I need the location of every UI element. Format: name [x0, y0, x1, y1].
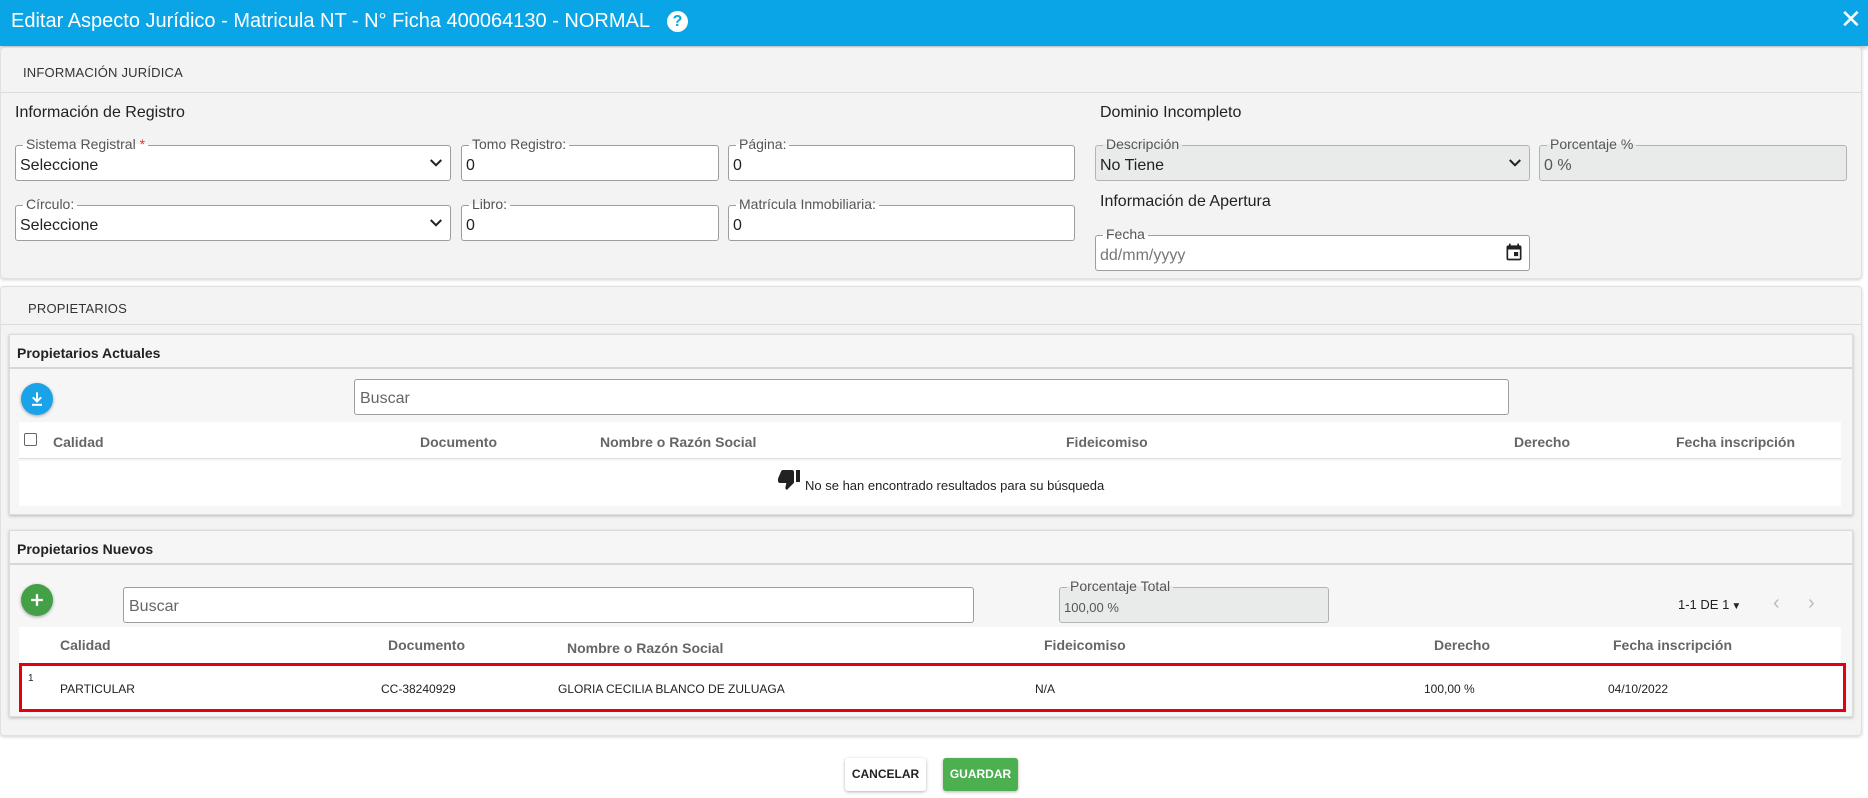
cell-documento: CC-38240929 [381, 682, 456, 696]
pagination-range[interactable]: 1-1 DE 1 ▼ [1678, 597, 1741, 612]
porcentaje-total-field: Porcentaje Total 100,00 % [1059, 578, 1329, 623]
dialog-title: Editar Aspecto Jurídico - Matricula NT -… [11, 10, 650, 32]
propietarios-nuevos-card: Propietarios Nuevos Buscar Porcentaje To… [9, 530, 1853, 717]
help-icon[interactable]: ? [667, 11, 688, 32]
libro-field[interactable]: Libro: 0 [461, 196, 719, 241]
card-title: Propietarios Actuales [17, 345, 161, 361]
table-header: Calidad Documento Nombre o Razón Social … [19, 627, 1841, 663]
pagina-field[interactable]: Página: 0 [728, 136, 1075, 181]
column-derecho[interactable]: Derecho [1434, 637, 1490, 653]
cancel-button[interactable]: CANCELAR [845, 758, 926, 791]
cell-nombre: GLORIA CECILIA BLANCO DE ZULUAGA [558, 682, 785, 696]
table-row[interactable]: 1 PARTICULAR CC-38240929 GLORIA CECILIA … [19, 663, 1846, 712]
circulo-select[interactable]: Círculo: Seleccione [15, 196, 451, 241]
column-documento[interactable]: Documento [420, 434, 497, 450]
prev-page-icon[interactable]: ‹ [1773, 592, 1780, 615]
save-button[interactable]: GUARDAR [943, 758, 1018, 791]
close-icon[interactable]: ✕ [1840, 6, 1862, 32]
fecha-label: Fecha [1103, 226, 1148, 242]
next-page-icon[interactable]: › [1808, 592, 1815, 615]
porcentaje-label: Porcentaje % [1547, 136, 1637, 152]
chevron-down-icon [430, 159, 442, 167]
pagina-value: 0 [733, 157, 742, 174]
descripcion-value: No Tiene [1100, 157, 1165, 174]
libro-value: 0 [466, 217, 475, 234]
download-button[interactable] [21, 383, 53, 415]
panel-title: INFORMACIÓN JURÍDICA [23, 65, 183, 80]
empty-state: No se han encontrado resultados para su … [19, 461, 1841, 506]
matricula-inmobiliaria-value: 0 [733, 217, 742, 234]
fecha-date-input[interactable]: Fecha dd/mm/yyyy [1095, 226, 1530, 271]
thumbs-down-icon [778, 470, 800, 490]
panel-title: PROPIETARIOS [28, 301, 127, 316]
registro-section-title: Información de Registro [15, 104, 185, 121]
dominio-section-title: Dominio Incompleto [1100, 104, 1242, 121]
column-fecha-inscripcion[interactable]: Fecha inscripción [1613, 637, 1732, 653]
table-header: Calidad Documento Nombre o Razón Social … [19, 422, 1841, 459]
circulo-value: Seleccione [20, 217, 99, 234]
cell-calidad: PARTICULAR [60, 682, 135, 696]
pagina-label: Página: [736, 136, 790, 152]
porcentaje-field: Porcentaje % 0 % [1539, 136, 1847, 181]
porcentaje-value: 0 % [1544, 157, 1572, 174]
column-nombre[interactable]: Nombre o Razón Social [567, 640, 723, 656]
chevron-down-icon [1509, 159, 1521, 167]
plus-icon [31, 594, 43, 606]
apertura-section-title: Información de Apertura [1100, 193, 1271, 210]
select-all-checkbox[interactable] [24, 433, 37, 446]
search-placeholder: Buscar [360, 390, 410, 407]
panel-header: PROPIETARIOS [1, 287, 1861, 325]
column-nombre[interactable]: Nombre o Razón Social [600, 434, 756, 450]
caret-down-icon: ▼ [1731, 601, 1742, 612]
add-owner-button[interactable] [21, 584, 53, 616]
cell-fecha-inscripcion: 04/10/2022 [1608, 682, 1669, 696]
empty-message: No se han encontrado resultados para su … [805, 478, 1105, 493]
matricula-inmobiliaria-field[interactable]: Matrícula Inmobiliaria: 0 [728, 196, 1075, 241]
column-derecho[interactable]: Derecho [1514, 434, 1570, 450]
panel-header: INFORMACIÓN JURÍDICA [1, 48, 1861, 93]
search-placeholder: Buscar [129, 598, 179, 615]
column-calidad[interactable]: Calidad [60, 637, 111, 653]
column-fideicomiso[interactable]: Fideicomiso [1044, 637, 1126, 653]
cell-derecho: 100,00 % [1424, 682, 1475, 696]
calendar-icon[interactable] [1504, 242, 1524, 262]
card-header: Propietarios Nuevos [10, 531, 1852, 565]
column-calidad[interactable]: Calidad [53, 434, 104, 450]
propietarios-actuales-card: Propietarios Actuales Buscar Calidad Doc… [9, 334, 1853, 515]
search-input[interactable]: Buscar [354, 379, 1509, 415]
column-documento[interactable]: Documento [388, 637, 465, 653]
porcentaje-total-label: Porcentaje Total [1067, 578, 1174, 594]
tomo-registro-value: 0 [466, 157, 475, 174]
tomo-registro-field[interactable]: Tomo Registro: 0 [461, 136, 719, 181]
matricula-inmobiliaria-label: Matrícula Inmobiliaria: [736, 196, 879, 212]
column-fecha-inscripcion[interactable]: Fecha inscripción [1676, 434, 1795, 450]
descripcion-label: Descripción [1103, 136, 1183, 152]
cell-fideicomiso: N/A [1035, 682, 1056, 696]
sistema-registral-select[interactable]: Sistema Registral * Seleccione [15, 136, 451, 181]
dialog-header: Editar Aspecto Jurídico - Matricula NT -… [0, 0, 1868, 46]
tomo-registro-label: Tomo Registro: [469, 136, 570, 152]
descripcion-select[interactable]: Descripción No Tiene [1095, 136, 1530, 181]
fecha-placeholder: dd/mm/yyyy [1100, 247, 1186, 264]
sistema-registral-label: Sistema Registral * [23, 136, 149, 152]
informacion-juridica-panel: INFORMACIÓN JURÍDICA Información de Regi… [0, 47, 1862, 279]
column-fideicomiso[interactable]: Fideicomiso [1066, 434, 1148, 450]
row-index: 1 [28, 673, 34, 684]
card-title: Propietarios Nuevos [17, 541, 154, 557]
porcentaje-total-value: 100,00 % [1064, 600, 1119, 615]
card-header: Propietarios Actuales [10, 335, 1852, 369]
chevron-down-icon [430, 219, 442, 227]
sistema-registral-value: Seleccione [20, 157, 99, 174]
search-input[interactable]: Buscar [123, 587, 974, 623]
circulo-label: Círculo: [23, 196, 78, 212]
libro-label: Libro: [469, 196, 511, 212]
download-icon [32, 392, 42, 406]
